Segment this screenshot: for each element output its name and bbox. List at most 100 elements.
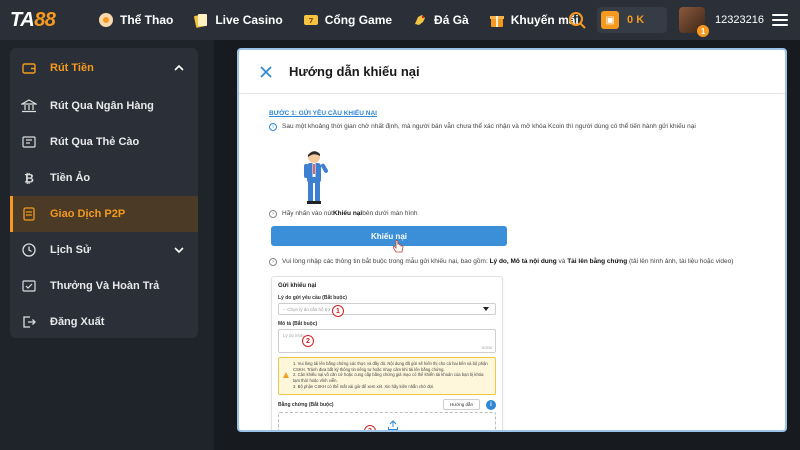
nav-label: Cổng Game	[324, 13, 393, 27]
nav-label: Live Casino	[215, 13, 283, 27]
dropdown-caret-icon	[483, 307, 489, 311]
char-counter: 0/200	[481, 345, 492, 350]
gift-icon	[489, 12, 505, 28]
nav-item-live-casino[interactable]: Live Casino	[183, 0, 292, 40]
complaint-button[interactable]: Khiếu nại	[271, 226, 507, 246]
svg-text:₿: ₿	[24, 172, 34, 186]
guide-modal: Hướng dẫn khiếu nại BƯỚC 1: GỬI YÊU CẦU …	[237, 48, 787, 432]
sports-ball-icon	[98, 12, 114, 28]
person-illustration	[304, 151, 328, 204]
avatar-badge: 1	[697, 25, 710, 37]
warning-line: 3. Bộ phận CSKH có thể mất vài giờ để xe…	[293, 383, 435, 389]
close-icon[interactable]	[259, 65, 273, 79]
hamburger-menu-icon[interactable]	[772, 12, 788, 28]
arrow-right-icon: ›	[269, 210, 277, 218]
step-title: BƯỚC 1: GỬI YÊU CẦU KHIẾU NẠI	[269, 110, 377, 117]
sidebar-item-scratch-card[interactable]: Rút Qua Thẻ Cào	[10, 124, 198, 160]
cards-icon	[193, 12, 209, 28]
instruction-1-bold: Khiếu nại	[332, 210, 363, 217]
info-icon: i	[269, 123, 277, 131]
upload-icon	[388, 420, 398, 430]
logo-number: 88	[34, 8, 56, 31]
info-text: Sau một khoảng thời gian chờ nhất định, …	[282, 123, 696, 130]
balance-amount: 0 K	[627, 14, 645, 26]
sidebar: Rút Tiền Rút Qua Ngân Hàng Rút Qua Thẻ C…	[10, 48, 198, 338]
logout-icon	[20, 313, 38, 331]
arrow-right-icon: ›	[269, 258, 277, 266]
complaint-form: Gửi khiếu nại Lý do gửi yêu cầu (Bắt buộ…	[271, 276, 503, 430]
sidebar-item-rewards[interactable]: Thưởng Và Hoàn Trả	[10, 268, 198, 304]
sidebar-item-history[interactable]: Lịch Sử	[10, 232, 198, 268]
instruction-2-bold-2: Tải lên bằng chứng	[567, 258, 628, 265]
info-line: i Sau một khoảng thời gian chờ nhất định…	[269, 123, 769, 131]
sidebar-item-crypto[interactable]: ₿ Tiền Ảo	[10, 160, 198, 196]
description-placeholder: Lý do khác	[283, 333, 305, 338]
warning-box: 1. Vui lòng tải lên bằng chứng xác thực …	[278, 357, 496, 395]
guide-info-icon[interactable]: i	[486, 399, 496, 410]
top-header: TA 88 Thể Thao Live Casino 7 Cổng Game Đá…	[0, 0, 800, 40]
nav-item-sports[interactable]: Thể Thao	[88, 0, 183, 40]
slot-icon: 7	[303, 12, 319, 28]
logo-text: TA	[10, 8, 35, 31]
chevron-down-icon[interactable]	[172, 243, 186, 257]
instruction-1-post: bên dưới màn hình	[362, 210, 418, 217]
marker-2: 2	[302, 335, 314, 347]
hand-pointer-icon	[392, 240, 404, 253]
marker-3: 3	[364, 425, 376, 430]
nav-item-game-portal[interactable]: 7 Cổng Game	[293, 0, 402, 40]
instruction-2-mid: và	[556, 258, 568, 265]
svg-text:7: 7	[308, 17, 313, 25]
wallet-balance[interactable]: ▣ 0 K	[597, 7, 668, 33]
nav-label: Đá Gà	[434, 13, 469, 27]
evidence-upload-area[interactable]	[278, 412, 496, 430]
modal-header: Hướng dẫn khiếu nại	[239, 50, 785, 94]
instruction-2-pre: Vui lòng nhập các thông tin bắt buộc tro…	[282, 258, 490, 265]
warning-line: 1. Vui lòng tải lên bằng chứng xác thực …	[293, 361, 488, 366]
sidebar-item-label: Tiền Ảo	[50, 172, 91, 184]
evidence-row: Bằng chứng (Bắt buộc) Hướng dẫn i	[278, 399, 496, 410]
logo[interactable]: TA 88	[0, 0, 80, 40]
evidence-label: Bằng chứng (Bắt buộc)	[278, 401, 334, 408]
wallet-out-icon	[20, 59, 38, 77]
bitcoin-icon: ₿	[20, 169, 38, 187]
sidebar-item-label: Rút Tiền	[50, 62, 94, 74]
guide-button[interactable]: Hướng dẫn	[443, 399, 480, 410]
description-label: Mô tả (Bắt buộc)	[278, 321, 318, 327]
sidebar-item-p2p[interactable]: Giao Dịch P2P	[10, 196, 198, 232]
modal-body: BƯỚC 1: GỬI YÊU CẦU KHIẾU NẠI i Sau một …	[269, 110, 769, 430]
warning-icon	[283, 372, 289, 378]
reward-icon	[20, 277, 38, 295]
sidebar-item-label: Đăng Xuất	[50, 316, 105, 328]
user-id: 12323216	[715, 14, 764, 26]
reason-label: Lý do gửi yêu cầu (Bắt buộc)	[278, 295, 347, 301]
sidebar-item-logout[interactable]: Đăng Xuất	[10, 304, 198, 338]
main-nav: Thể Thao Live Casino 7 Cổng Game Đá Gà K…	[88, 0, 589, 40]
instruction-2-bold-1: Lý do, Mô tả nội dung	[489, 258, 557, 265]
marker-1: 1	[332, 305, 344, 317]
reason-select[interactable]: -- Chọn lý do cần hỗ trợ --	[278, 303, 496, 315]
instruction-2-post: (tải lên hình ảnh, tài liệu hoặc video)	[627, 258, 734, 265]
sidebar-item-label: Lịch Sử	[50, 244, 91, 256]
instruction-1: › Hãy nhấn vào nút Khiếu nại bên dưới mà…	[269, 210, 417, 218]
sidebar-item-bank[interactable]: Rút Qua Ngân Hàng	[10, 88, 198, 124]
wallet-icon: ▣	[601, 11, 620, 29]
nav-item-cockfight[interactable]: Đá Gà	[402, 0, 479, 40]
reason-placeholder: -- Chọn lý do cần hỗ trợ --	[283, 306, 335, 312]
bank-icon	[20, 97, 38, 115]
avatar[interactable]: 1	[679, 7, 710, 37]
sidebar-item-label: Rút Qua Ngân Hàng	[50, 100, 154, 112]
modal-title: Hướng dẫn khiếu nại	[289, 64, 420, 79]
sidebar-item-label: Giao Dịch P2P	[50, 208, 126, 220]
history-icon	[20, 241, 38, 259]
instruction-2: › Vui lòng nhập các thông tin bắt buộc t…	[269, 258, 769, 266]
rooster-icon	[412, 12, 428, 28]
header-right: ▣ 0 K 1 12323216	[567, 0, 800, 40]
p2p-icon	[20, 205, 38, 223]
sidebar-item-label: Rút Qua Thẻ Cào	[50, 136, 140, 148]
sidebar-item-withdraw[interactable]: Rút Tiền	[10, 48, 198, 88]
chevron-up-icon[interactable]	[172, 61, 186, 75]
instruction-1-pre: Hãy nhấn vào nút	[282, 210, 333, 217]
card-icon	[20, 133, 38, 151]
search-icon[interactable]	[567, 10, 587, 30]
form-title: Gửi khiếu nại	[278, 283, 317, 289]
